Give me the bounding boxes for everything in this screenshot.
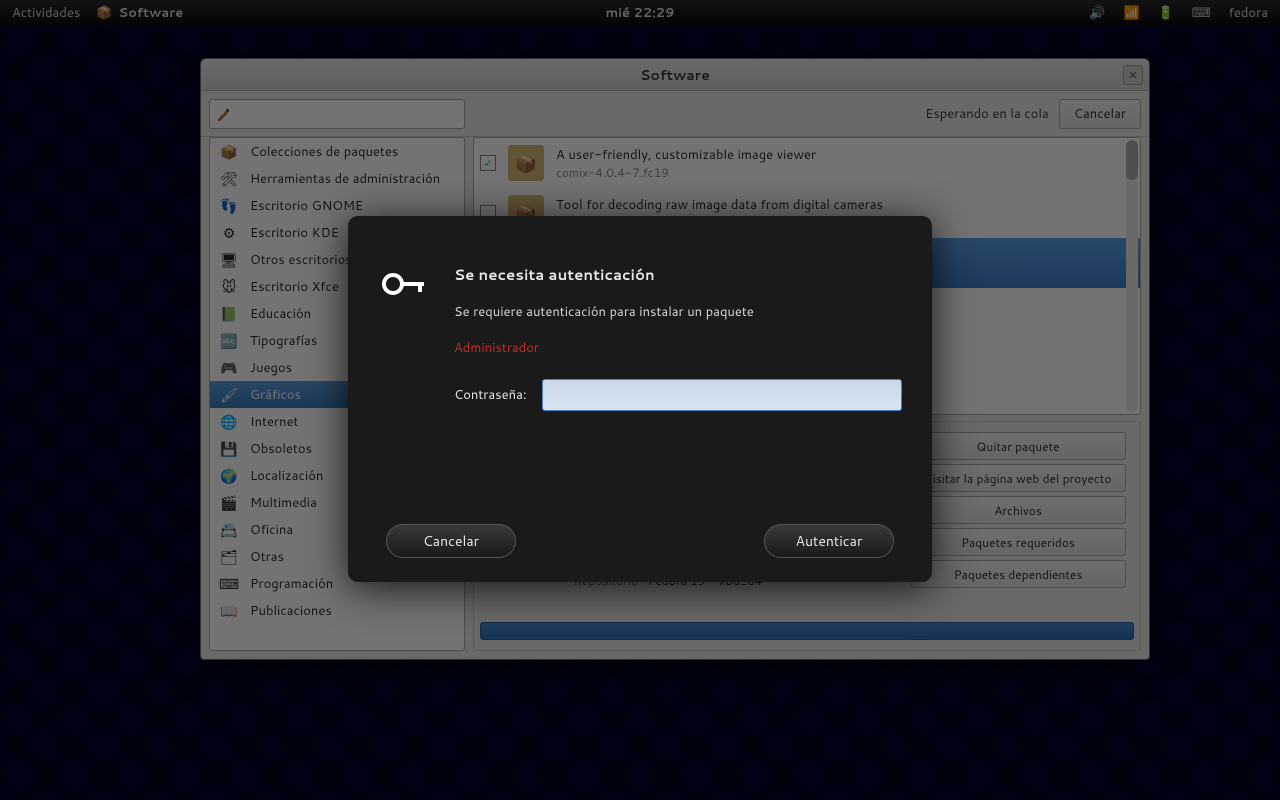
auth-subtitle: Se requiere autenticación para instalar … (454, 303, 902, 321)
auth-authenticate-button[interactable]: Autenticar (764, 524, 894, 558)
auth-dialog: Se necesita autenticación Se requiere au… (348, 216, 932, 582)
auth-cancel-button[interactable]: Cancelar (386, 524, 516, 558)
auth-title: Se necesita autenticación (454, 264, 902, 285)
password-input[interactable] (542, 379, 902, 411)
auth-user: Administrador (454, 339, 902, 357)
key-icon (378, 264, 430, 524)
password-label: Contraseña: (454, 386, 526, 404)
